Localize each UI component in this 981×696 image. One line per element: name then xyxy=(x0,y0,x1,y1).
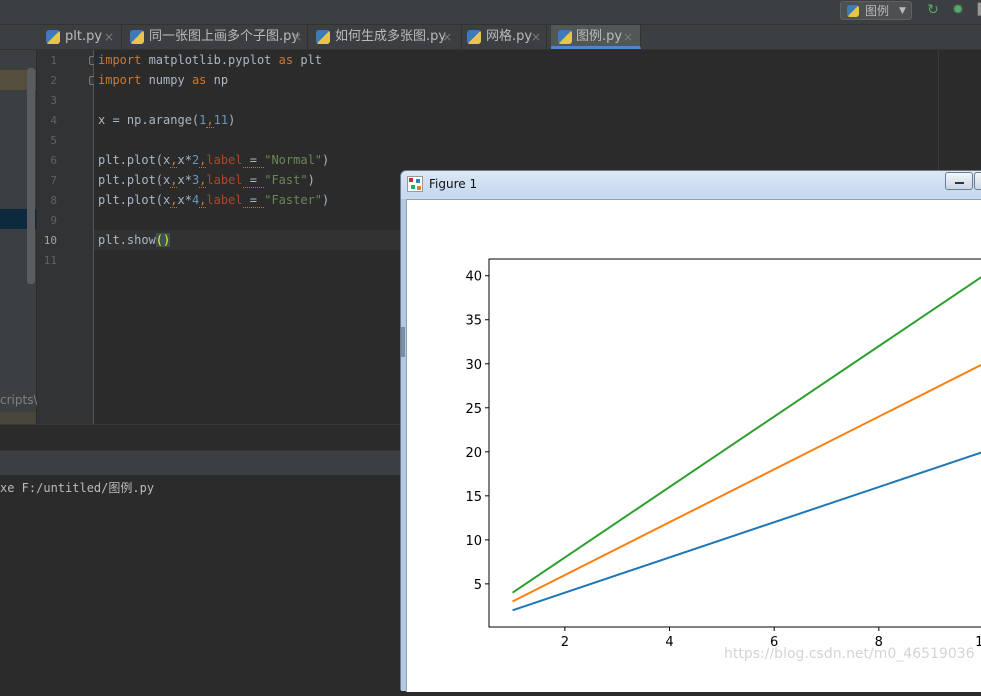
python-file-icon xyxy=(847,5,859,17)
y-tick-label: 20 xyxy=(465,446,482,461)
run-configuration-label: 图例 xyxy=(865,4,890,18)
figure-window[interactable]: Figure 1 246810510152025303540 xyxy=(400,170,981,692)
x-tick-label: 2 xyxy=(561,635,569,650)
tab-label: 同一张图上画多个子图.py xyxy=(149,29,300,44)
tab-grid-py[interactable]: 网格.py × xyxy=(467,25,547,49)
line-number: 9 xyxy=(50,214,57,227)
y-tick-label: 40 xyxy=(465,270,482,285)
dropdown-arrow-icon: ▼ xyxy=(899,6,906,16)
code-line: import numpy as np xyxy=(98,73,229,87)
minimize-button[interactable] xyxy=(945,172,973,190)
line-number: 6 xyxy=(50,154,57,167)
python-file-icon xyxy=(130,30,144,44)
python-file-icon xyxy=(316,30,330,44)
run-configuration-selector[interactable]: 图例 ▼ xyxy=(840,1,912,20)
figure-title: Figure 1 xyxy=(429,177,478,191)
project-scrollbar[interactable] xyxy=(27,68,35,284)
minimize-icon xyxy=(955,182,964,184)
tab-label: 网格.py xyxy=(486,29,533,44)
watermark: https://blog.csdn.net/m0_46519036 xyxy=(724,646,975,662)
python-file-icon xyxy=(558,30,572,44)
x-tick-label: 10 xyxy=(975,635,981,650)
project-tree-panel: cripts\ xyxy=(0,50,38,448)
y-tick-label: 10 xyxy=(465,534,482,549)
matplotlib-app-icon xyxy=(407,176,423,192)
editor-tab-bar: plt.py × 同一张图上画多个子图.py × 如何生成多张图.py × 网格… xyxy=(0,25,981,50)
tab-label: 图例.py xyxy=(576,29,623,44)
y-tick-label: 5 xyxy=(474,578,482,593)
tab-label: 如何生成多张图.py xyxy=(335,29,447,44)
main-toolbar: 图例 ▼ ↻ ✹ ▌ xyxy=(0,0,981,25)
line-number: 3 xyxy=(50,94,57,107)
more-toolbar-icon[interactable]: ▌ xyxy=(974,2,981,18)
code-line-current: plt.show() xyxy=(98,233,171,247)
close-icon[interactable]: × xyxy=(104,25,114,49)
code-line: x = np.arange(1,11) xyxy=(98,113,236,128)
figure-canvas[interactable]: 246810510152025303540 xyxy=(406,199,981,692)
code-line: plt.plot(x,x*4,label = "Faster") xyxy=(98,193,330,208)
y-tick-label: 15 xyxy=(465,490,482,505)
y-tick-label: 30 xyxy=(465,358,482,373)
line-number: 4 xyxy=(50,114,57,127)
python-file-icon xyxy=(467,30,481,44)
close-icon[interactable]: × xyxy=(531,25,541,49)
series-line xyxy=(512,451,981,612)
line-number-gutter: 1 2 3 4 5 6 7 8 9 10 11 xyxy=(37,50,97,424)
line-number: 7 xyxy=(50,174,57,187)
python-file-icon xyxy=(46,30,60,44)
resize-grip[interactable] xyxy=(401,327,405,357)
code-line: import matplotlib.pyplot as plt xyxy=(98,53,322,67)
code-line: plt.plot(x,x*3,label = "Fast") xyxy=(98,173,315,188)
series-line xyxy=(512,363,981,603)
close-icon[interactable]: × xyxy=(623,25,633,49)
close-icon[interactable]: × xyxy=(442,25,452,49)
maximize-button[interactable] xyxy=(974,172,981,190)
y-tick-label: 35 xyxy=(465,314,482,329)
project-tree-item-label: cripts\ xyxy=(0,393,38,407)
matched-brace: () xyxy=(155,233,171,247)
figure-title-bar[interactable]: Figure 1 xyxy=(401,171,981,197)
series-line xyxy=(511,276,981,594)
line-number-current: 10 xyxy=(43,234,57,247)
close-icon[interactable]: × xyxy=(292,25,302,49)
line-number: 5 xyxy=(50,134,57,147)
tab-plt-py[interactable]: plt.py × xyxy=(46,25,122,49)
line-number: 1 xyxy=(50,54,57,67)
tab-subplots-py[interactable]: 同一张图上画多个子图.py × xyxy=(130,25,308,49)
line-number: 11 xyxy=(43,254,57,267)
line-chart: 246810510152025303540 xyxy=(465,258,981,650)
code-line: plt.plot(x,x*2,label = "Normal") xyxy=(98,153,330,168)
tab-legend-py[interactable]: 图例.py × xyxy=(551,25,641,49)
console-line: xe F:/untitled/图例.py xyxy=(0,481,155,495)
debug-bug-icon[interactable]: ✹ xyxy=(950,2,966,18)
rerun-icon[interactable]: ↻ xyxy=(925,2,941,18)
x-tick-label: 4 xyxy=(665,635,673,650)
line-number: 2 xyxy=(50,74,57,87)
tab-label: plt.py xyxy=(65,29,103,44)
line-number: 8 xyxy=(50,194,57,207)
y-tick-label: 25 xyxy=(465,402,482,417)
tab-multiple-figures-py[interactable]: 如何生成多张图.py × xyxy=(316,25,462,49)
